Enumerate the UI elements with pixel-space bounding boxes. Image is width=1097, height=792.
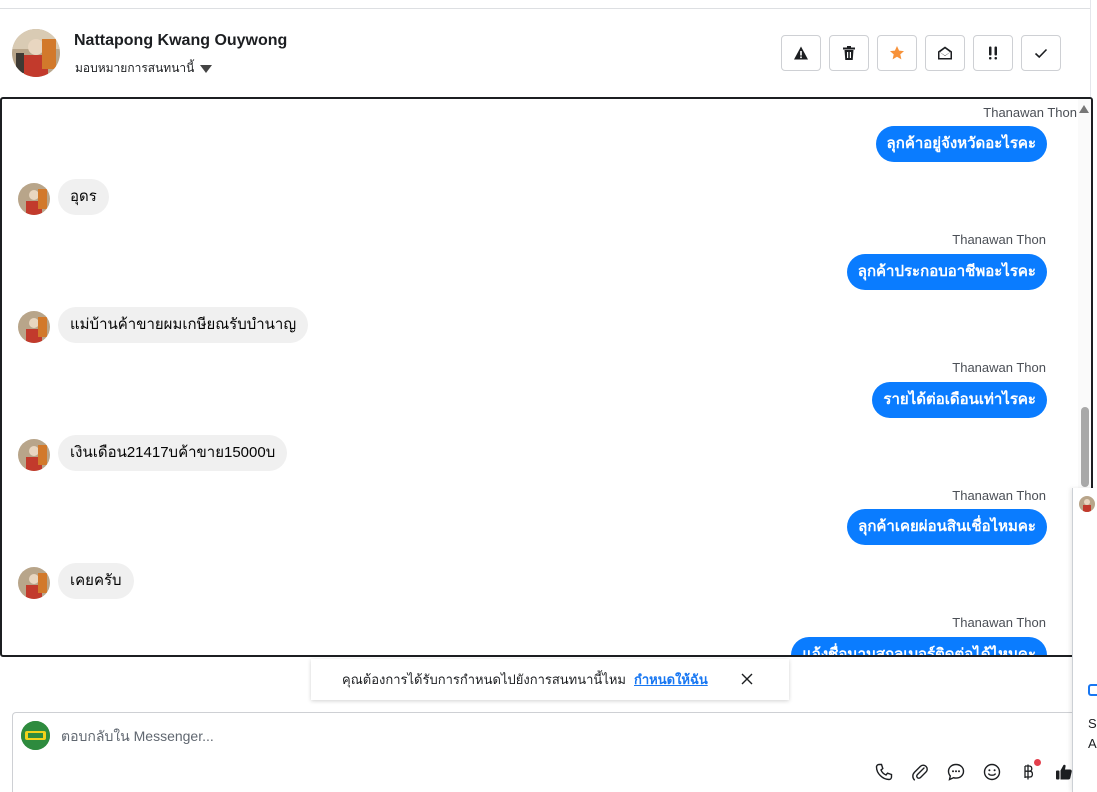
star-button[interactable]: [877, 35, 917, 71]
side-panel-text-2: A: [1088, 736, 1097, 751]
sender-name: Thanawan Thon: [952, 488, 1046, 503]
message-bubble-incoming[interactable]: เงินเดือน21417บค้าขาย15000บ: [58, 435, 288, 471]
scroll-up-arrow-icon[interactable]: [1079, 105, 1089, 113]
envelope-open-icon: [938, 46, 952, 60]
side-panel-icon: [1088, 684, 1097, 696]
star-icon: [890, 46, 904, 60]
message-bubble-incoming[interactable]: อุดร: [58, 179, 109, 215]
side-panel-avatar: [1079, 496, 1095, 512]
message-bubble-incoming[interactable]: แม่บ้านค้าขายผมเกษียณรับบำนาญ: [58, 307, 309, 343]
contact-avatar-small: [18, 439, 50, 471]
caret-down-icon: [200, 64, 213, 73]
sender-name: Thanawan Thon: [952, 232, 1046, 247]
conversation-header: Nattapong Kwang Ouywong มอบหมายการสนทนาน…: [0, 10, 1090, 96]
mark-spam-button[interactable]: [781, 35, 821, 71]
saved-replies-button[interactable]: [938, 759, 974, 785]
contact-name[interactable]: Nattapong Kwang Ouywong: [74, 32, 287, 50]
reply-input[interactable]: [61, 726, 661, 746]
notification-dot: [1034, 759, 1041, 766]
assign-prompt-text: คุณต้องการได้รับการกำหนดไปยังการสนทนานี้…: [342, 672, 626, 687]
sender-name: Thanawan Thon: [983, 105, 1077, 120]
sender-name: Thanawan Thon: [952, 615, 1046, 630]
reply-composer: [12, 712, 1084, 792]
emoji-button[interactable]: [974, 759, 1010, 785]
chat-bubble-icon: [947, 763, 965, 781]
conversation-toolbar: [781, 35, 1061, 71]
paperclip-icon: [912, 764, 928, 781]
contact-avatar[interactable]: [12, 29, 60, 77]
side-panel-text-1: Se: [1088, 716, 1097, 731]
scroll-thumb[interactable]: [1081, 407, 1089, 487]
contact-avatar-small: [18, 183, 50, 215]
delete-button[interactable]: [829, 35, 869, 71]
message-bubble-outgoing[interactable]: แจ้งชื่อนามสกุลเบอร์ติดต่อได้ไหมคะ: [791, 637, 1047, 655]
page-avatar: [21, 721, 50, 750]
call-button[interactable]: [866, 759, 902, 785]
assign-to-me-link[interactable]: กำหนดให้ฉัน: [634, 669, 708, 690]
contact-avatar-small: [18, 567, 50, 599]
thumbs-up-icon: [1056, 764, 1072, 780]
mark-done-button[interactable]: [1021, 35, 1061, 71]
check-icon: [1034, 48, 1048, 59]
message-bubble-incoming[interactable]: เคยครับ: [58, 563, 134, 599]
close-icon[interactable]: [739, 671, 755, 687]
message-bubble-outgoing[interactable]: ลุกค้าเคยผ่อนสินเชื่อไหมคะ: [847, 509, 1047, 545]
message-bubble-outgoing[interactable]: ลุกค้าประกอบอาชีพอะไรคะ: [846, 254, 1047, 290]
trash-icon: [843, 46, 855, 60]
follow-up-button[interactable]: [973, 35, 1013, 71]
composer-toolbar: [866, 759, 1082, 785]
message-thread[interactable]: Thanawan Thon ลุกค้าอยู่จังหวัดอะไรคะ อุ…: [0, 97, 1093, 657]
top-divider: [0, 0, 1090, 9]
payment-button[interactable]: [1010, 759, 1046, 785]
message-bubble-outgoing[interactable]: รายได้ต่อเดือนเท่าไรคะ: [872, 382, 1047, 418]
assign-conversation-dropdown[interactable]: มอบหมายการสนทนานี้: [75, 59, 213, 78]
sender-name: Thanawan Thon: [952, 360, 1046, 375]
emoji-icon: [983, 763, 1001, 781]
contact-avatar-small: [18, 311, 50, 343]
assign-label: มอบหมายการสนทนานี้: [75, 61, 195, 75]
mark-unread-button[interactable]: [925, 35, 965, 71]
attach-file-button[interactable]: [902, 759, 938, 785]
message-bubble-outgoing[interactable]: ลุกค้าอยู่จังหวัดอะไรคะ: [875, 126, 1047, 162]
inbox-conversation-view: Nattapong Kwang Ouywong มอบหมายการสนทนาน…: [0, 0, 1097, 792]
side-chat-panel[interactable]: Se A: [1072, 488, 1097, 792]
warning-icon: [794, 46, 808, 60]
phone-icon: [875, 763, 893, 781]
assign-prompt-banner: คุณต้องการได้รับการกำหนดไปยังการสนทนานี้…: [311, 659, 789, 700]
important-icon: [989, 46, 997, 60]
